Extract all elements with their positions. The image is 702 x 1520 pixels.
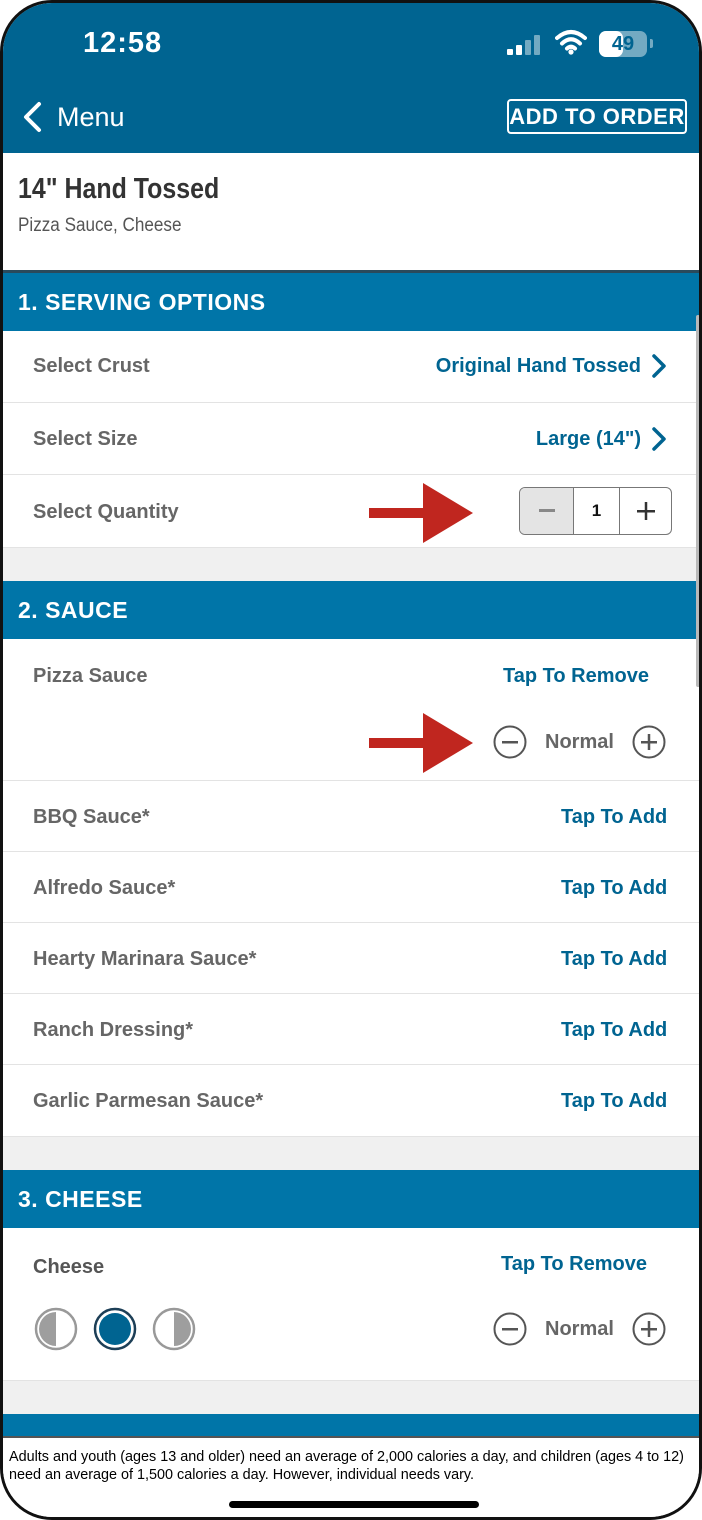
quantity-stepper[interactable]: 1 <box>519 487 672 535</box>
cheese-amount-label: Normal <box>545 1317 614 1340</box>
whole-portion-icon[interactable] <box>93 1307 137 1351</box>
top-bar: 12:58 49 Menu ADD TO ORDER <box>3 3 699 153</box>
calorie-disclaimer-text: Adults and youth (ages 13 and older) nee… <box>9 1449 684 1483</box>
section-cheese: 3. CHEESE <box>3 1170 699 1228</box>
sauce-option-row[interactable]: Alfredo Sauce* Tap To Add <box>3 852 699 923</box>
quantity-decrement-button[interactable] <box>520 488 574 534</box>
wifi-icon <box>555 30 587 55</box>
size-value: Large (14") <box>535 428 641 450</box>
pizza-sauce-remove-button[interactable]: Tap To Remove <box>503 665 649 688</box>
sauce-option-label: Ranch Dressing* <box>33 1019 194 1041</box>
tap-to-add-button[interactable]: Tap To Add <box>561 1019 667 1042</box>
sauce-option-label: Alfredo Sauce* <box>33 877 176 899</box>
sauce-option-label: Garlic Parmesan Sauce* <box>33 1090 264 1112</box>
crust-label: Select Crust <box>33 355 150 377</box>
left-half-portion-icon[interactable] <box>34 1307 78 1351</box>
section-spacer <box>3 1137 699 1170</box>
size-label: Select Size <box>33 428 138 450</box>
cheese-label: Cheese <box>33 1256 105 1278</box>
minus-icon <box>538 509 555 512</box>
back-label: Menu <box>57 101 125 132</box>
add-to-order-button[interactable]: ADD TO ORDER <box>507 99 687 134</box>
tap-to-add-button[interactable]: Tap To Add <box>561 877 667 900</box>
pizza-sauce-row: Pizza Sauce Tap To Remove <box>3 639 699 781</box>
sauce-option-row[interactable]: BBQ Sauce* Tap To Add <box>3 781 699 852</box>
sauce-amount-label: Normal <box>545 730 614 753</box>
tap-to-add-button[interactable]: Tap To Add <box>561 1090 667 1113</box>
quantity-increment-button[interactable] <box>620 488 671 534</box>
minus-circle-icon[interactable] <box>493 725 527 759</box>
sauce-option-row[interactable]: Hearty Marinara Sauce* Tap To Add <box>3 923 699 994</box>
quantity-value: 1 <box>574 488 620 534</box>
status-time: 12:58 <box>83 27 163 59</box>
battery-tip <box>650 39 653 48</box>
annotation-arrow <box>369 483 473 543</box>
chevron-left-icon <box>24 102 41 132</box>
product-title: 14" Hand Tossed <box>18 173 220 205</box>
plus-circle-icon[interactable] <box>632 1312 666 1346</box>
plus-icon <box>636 502 655 520</box>
section-spacer <box>3 1381 699 1414</box>
cellular-signal-icon <box>507 35 545 55</box>
chevron-right-icon <box>652 427 666 451</box>
section-spacer <box>3 548 699 581</box>
chevron-right-icon <box>652 354 666 378</box>
section-sauce: 2. SAUCE <box>3 581 699 639</box>
back-button[interactable]: Menu <box>21 95 125 139</box>
right-half-portion-icon[interactable] <box>152 1307 196 1351</box>
sauce-option-row[interactable]: Ranch Dressing* Tap To Add <box>3 994 699 1065</box>
home-indicator[interactable] <box>229 1501 479 1508</box>
product-header: 14" Hand Tossed Pizza Sauce, Cheese <box>3 153 699 273</box>
phone-frame: 12:58 49 Menu ADD TO ORDER 14" Hand Toss… <box>0 0 702 1520</box>
sauce-option-label: BBQ Sauce* <box>33 806 150 828</box>
pizza-sauce-label: Pizza Sauce <box>33 665 148 687</box>
tap-to-add-button[interactable]: Tap To Add <box>561 806 667 829</box>
section-serving-options: 1. SERVING OPTIONS <box>3 273 699 331</box>
battery-icon: 49 <box>599 31 647 57</box>
cheese-row: Cheese Tap To Remove Normal <box>3 1228 699 1381</box>
select-crust-row[interactable]: Select Crust Original Hand Tossed <box>3 331 699 403</box>
tap-to-add-button[interactable]: Tap To Add <box>561 948 667 971</box>
sauce-option-label: Hearty Marinara Sauce* <box>33 948 257 970</box>
battery-level: 49 <box>611 33 635 55</box>
sauce-option-row[interactable]: Garlic Parmesan Sauce* Tap To Add <box>3 1065 699 1137</box>
crust-value: Original Hand Tossed <box>435 355 641 377</box>
cheese-remove-button[interactable]: Tap To Remove <box>501 1253 647 1276</box>
cheese-amount-control: Normal <box>493 1312 666 1346</box>
next-section-header <box>3 1414 699 1438</box>
annotation-arrow <box>369 713 473 773</box>
minus-circle-icon[interactable] <box>493 1312 527 1346</box>
select-size-row[interactable]: Select Size Large (14") <box>3 403 699 475</box>
product-subtitle: Pizza Sauce, Cheese <box>18 215 182 236</box>
quantity-label: Select Quantity <box>33 501 179 523</box>
scrollbar[interactable] <box>696 315 699 687</box>
plus-circle-icon[interactable] <box>632 725 666 759</box>
sauce-amount-control: Normal <box>493 725 666 759</box>
